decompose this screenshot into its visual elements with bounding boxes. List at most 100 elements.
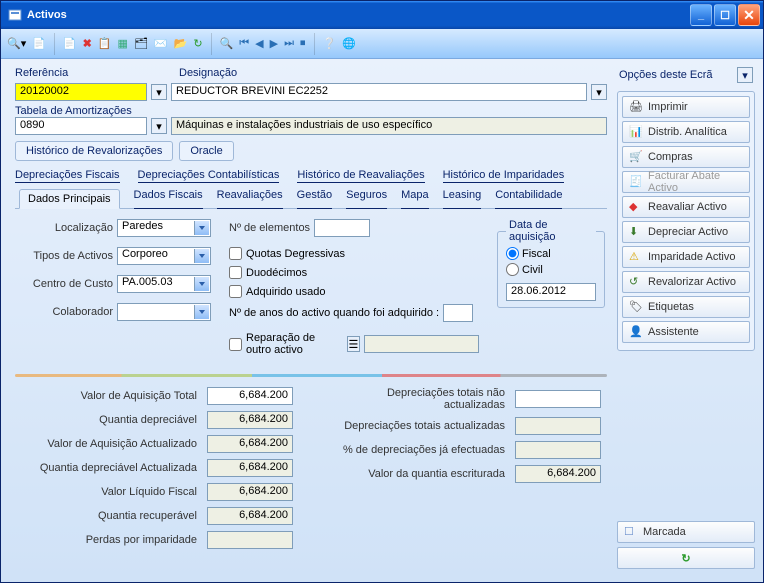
pct-dep-label: % de depreciações já efectuadas <box>329 444 511 456</box>
depreciar-label: Depreciar Activo <box>648 226 728 238</box>
colaborador-select[interactable] <box>117 303 211 321</box>
adquirido-usado-checkbox[interactable] <box>229 285 242 298</box>
minimize-button[interactable]: _ <box>690 4 712 26</box>
civil-radio[interactable] <box>506 263 519 276</box>
reparacao-value <box>364 335 479 353</box>
depreciar-button[interactable]: Depreciar Activo <box>622 221 750 243</box>
mail-icon[interactable]: ✉️ <box>154 37 168 50</box>
subtab-dados-fiscais[interactable]: Dados Fiscais <box>134 189 203 209</box>
grid-icon[interactable]: ▦ <box>118 37 128 50</box>
subtab-reavaliacoes[interactable]: Reavaliações <box>217 189 283 209</box>
reavaliar-button[interactable]: Reavaliar Activo <box>622 196 750 218</box>
subtab-mapa[interactable]: Mapa <box>401 189 429 209</box>
maximize-button[interactable]: ☐ <box>714 4 736 26</box>
quotas-label: Quotas Degressivas <box>246 248 345 260</box>
close-button[interactable]: ✕ <box>738 4 760 26</box>
referencia-input[interactable]: 20120002 <box>15 83 147 101</box>
form-icon[interactable]: 📋 <box>98 37 112 50</box>
tab-depreciacoes-fiscais[interactable]: Depreciações Fiscais <box>15 169 120 183</box>
toolbar: 🔍▾ 📄 📄 ✖ 📋 ▦ 🗂 ✉️ 📂 ↻ 🔍 ⏮ ◀ ▶ ⏭ ⏹ ❔ 🌐 <box>1 29 763 59</box>
tipos-activos-select[interactable]: Corporeo <box>117 247 211 265</box>
tree-icon[interactable]: 🗂 <box>134 37 148 50</box>
side-options-toggle[interactable]: ▾ <box>737 67 753 83</box>
dep-act-label: Depreciações totais actualizadas <box>329 420 511 432</box>
val-aq-total-value[interactable]: 6,684.200 <box>207 387 293 405</box>
reavaliar-label: Reavaliar Activo <box>648 201 727 213</box>
footer-refresh-button[interactable] <box>617 547 755 569</box>
anos-input[interactable] <box>443 304 473 322</box>
zoom-icon[interactable]: 🔍 <box>220 37 234 50</box>
new-icon[interactable]: 📄 <box>32 37 46 50</box>
side-options-box: Imprimir Distrib. Analítica Compras Fact… <box>617 91 755 351</box>
oracle-button[interactable]: Oracle <box>179 141 233 161</box>
centro-custo-select[interactable]: PA.005.03 <box>117 275 211 293</box>
nav-next-icon[interactable]: ▶ <box>270 37 278 50</box>
imprimir-label: Imprimir <box>648 101 688 113</box>
fiscal-radio[interactable] <box>506 247 519 260</box>
perdas-imp-label: Perdas por imparidade <box>21 534 203 546</box>
subtab-leasing[interactable]: Leasing <box>443 189 482 209</box>
tabela-amort-code-input[interactable]: 0890 <box>15 117 147 135</box>
imparidade-button[interactable]: Imparidade Activo <box>622 246 750 268</box>
quantia-dep-label: Quantia depreciável <box>21 414 203 426</box>
tipos-activos-label: Tipos de Activos <box>17 250 113 262</box>
tabela-amort-lookup-button[interactable]: ▾ <box>151 118 167 134</box>
reparacao-checkbox[interactable] <box>229 338 242 351</box>
tab-historico-imparidades[interactable]: Histórico de Imparidades <box>443 169 565 183</box>
etiquetas-button[interactable]: Etiquetas <box>622 296 750 318</box>
n-elementos-label: Nº de elementos <box>229 222 310 234</box>
titlebar: Activos _ ☐ ✕ <box>1 1 763 29</box>
marcada-button[interactable]: Marcada <box>617 521 755 543</box>
nav-prev-icon[interactable]: ◀ <box>255 37 263 50</box>
stop-icon[interactable]: ⏹ <box>300 37 306 50</box>
n-elementos-input[interactable] <box>314 219 370 237</box>
checkbox-icon <box>624 525 638 539</box>
compras-button[interactable]: Compras <box>622 146 750 168</box>
subtab-seguros[interactable]: Seguros <box>346 189 387 209</box>
localizacao-select[interactable]: Paredes <box>117 219 211 237</box>
imprimir-button[interactable]: Imprimir <box>622 96 750 118</box>
nav-first-icon[interactable]: ⏮ <box>239 37 249 50</box>
tab-historico-reavaliacoes[interactable]: Histórico de Reavaliações <box>297 169 424 183</box>
nav-last-icon[interactable]: ⏭ <box>284 37 294 50</box>
subtab-dados-principais[interactable]: Dados Principais <box>19 189 120 209</box>
subtab-contabilidade[interactable]: Contabilidade <box>495 189 562 209</box>
data-aquisicao-input[interactable]: 28.06.2012 <box>506 283 596 301</box>
revalorizar-button[interactable]: Revalorizar Activo <box>622 271 750 293</box>
subtab-gestao[interactable]: Gestão <box>297 189 332 209</box>
help-icon[interactable]: ❔ <box>323 37 337 50</box>
world-icon[interactable]: 🌐 <box>342 37 356 50</box>
marcada-label: Marcada <box>643 526 686 538</box>
revalorizar-label: Revalorizar Activo <box>648 276 736 288</box>
up-icon <box>629 275 643 289</box>
civil-label: Civil <box>522 264 543 276</box>
designacao-lookup-button[interactable]: ▾ <box>591 84 607 100</box>
dep-act-value <box>515 417 601 435</box>
data-aquisicao-legend: Data de aquisição <box>506 219 596 243</box>
quantia-dep-value: 6,684.200 <box>207 411 293 429</box>
chart-icon <box>629 125 643 139</box>
referencia-lookup-button[interactable]: ▾ <box>151 84 167 100</box>
anos-label: Nº de anos do activo quando foi adquirid… <box>229 307 439 319</box>
historico-revalorizacoes-button[interactable]: Histórico de Revalorizações <box>15 141 173 161</box>
printer-icon <box>629 100 643 114</box>
copy-icon[interactable]: 📄 <box>63 37 77 50</box>
quotas-checkbox[interactable] <box>229 247 242 260</box>
tab-depreciacoes-contabilisticas[interactable]: Depreciações Contabilísticas <box>138 169 280 183</box>
facturar-abate-button: Facturar Abate Activo <box>622 171 750 193</box>
val-escrit-value: 6,684.200 <box>515 465 601 483</box>
app-icon <box>7 7 23 23</box>
reparacao-lookup-button[interactable]: ☰ <box>347 336 360 352</box>
dep-nao-act-value[interactable] <box>515 390 601 408</box>
delete-icon[interactable]: ✖ <box>83 37 92 50</box>
quantia-dep-act-label: Quantia depreciável Actualizada <box>21 462 203 474</box>
refresh-icon[interactable]: ↻ <box>193 37 202 50</box>
quantia-dep-act-value: 6,684.200 <box>207 459 293 477</box>
folder-icon[interactable]: 📂 <box>174 37 188 50</box>
search-icon[interactable]: 🔍▾ <box>7 37 26 50</box>
designacao-input[interactable]: REDUCTOR BREVINI EC2252 <box>171 83 587 101</box>
duodecimos-checkbox[interactable] <box>229 266 242 279</box>
assistente-button[interactable]: Assistente <box>622 321 750 343</box>
centro-custo-label: Centro de Custo <box>17 278 113 290</box>
distrib-analitica-button[interactable]: Distrib. Analítica <box>622 121 750 143</box>
